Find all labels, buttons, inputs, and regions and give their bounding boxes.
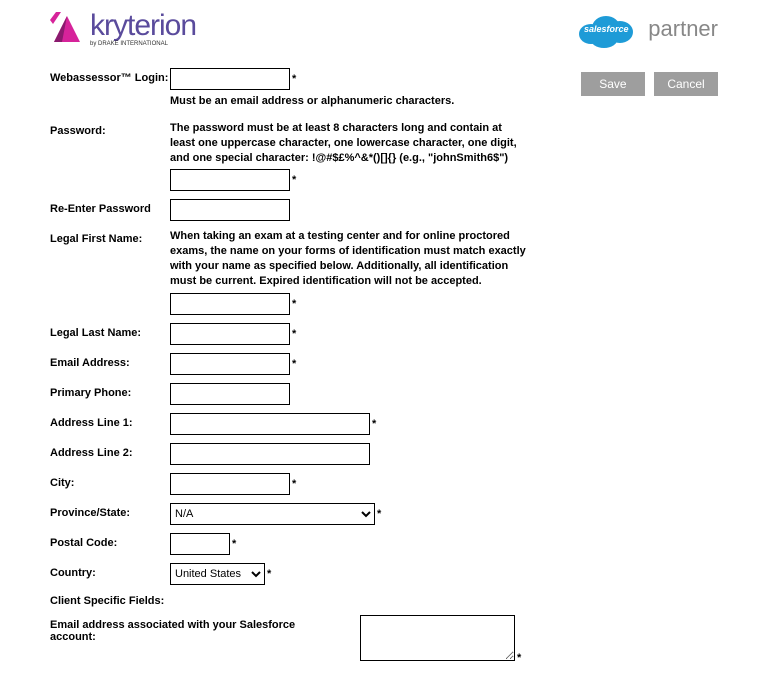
save-button[interactable]: Save	[581, 72, 645, 96]
first-name-input[interactable]	[170, 293, 290, 315]
password-hint: The password must be at least 8 characte…	[170, 121, 530, 166]
city-input[interactable]	[170, 473, 290, 495]
last-name-input[interactable]	[170, 323, 290, 345]
email-input[interactable]	[170, 353, 290, 375]
registration-form: Webassessor™ Login: * Must be an email a…	[50, 68, 548, 664]
postal-label: Postal Code:	[50, 533, 170, 549]
required-asterisk: *	[372, 418, 376, 430]
postal-input[interactable]	[170, 533, 230, 555]
sf-email-textarea[interactable]	[360, 615, 515, 661]
province-select[interactable]: N/A	[170, 503, 375, 525]
last-name-label: Legal Last Name:	[50, 323, 170, 339]
cancel-button[interactable]: Cancel	[654, 72, 718, 96]
salesforce-cloud-text: salesforce	[584, 24, 629, 34]
required-asterisk: *	[517, 652, 521, 664]
country-label: Country:	[50, 563, 170, 579]
province-label: Province/State:	[50, 503, 170, 519]
addr1-input[interactable]	[170, 413, 370, 435]
client-specific-section: Client Specific Fields:	[50, 595, 548, 607]
brand-word: kryterion	[90, 11, 196, 41]
country-select[interactable]: United States	[170, 563, 265, 585]
action-buttons: Save Cancel	[568, 68, 718, 664]
phone-label: Primary Phone:	[50, 383, 170, 399]
sf-email-label: Email address associated with your Sales…	[50, 615, 340, 643]
required-asterisk: *	[292, 478, 296, 490]
email-label: Email Address:	[50, 353, 170, 369]
login-hint: Must be an email address or alphanumeric…	[170, 94, 530, 109]
required-asterisk: *	[292, 298, 296, 310]
partner-badge: salesforce partner	[576, 10, 718, 48]
required-asterisk: *	[292, 73, 296, 85]
required-asterisk: *	[292, 328, 296, 340]
city-label: City:	[50, 473, 170, 489]
password-input[interactable]	[170, 169, 290, 191]
required-asterisk: *	[292, 174, 296, 186]
password-label: Password:	[50, 121, 170, 137]
required-asterisk: *	[267, 568, 271, 580]
kryterion-logo: kryterion by DRAKE INTERNATIONAL	[50, 11, 196, 47]
addr2-label: Address Line 2:	[50, 443, 170, 459]
addr1-label: Address Line 1:	[50, 413, 170, 429]
login-label: Webassessor™ Login:	[50, 68, 170, 84]
salesforce-cloud-icon: salesforce	[576, 10, 636, 48]
reenter-label: Re-Enter Password	[50, 199, 170, 215]
addr2-input[interactable]	[170, 443, 370, 465]
login-input[interactable]	[170, 68, 290, 90]
required-asterisk: *	[377, 508, 381, 520]
phone-input[interactable]	[170, 383, 290, 405]
first-name-hint: When taking an exam at a testing center …	[170, 229, 530, 288]
first-name-label: Legal First Name:	[50, 229, 170, 245]
required-asterisk: *	[232, 538, 236, 550]
required-asterisk: *	[292, 358, 296, 370]
partner-text: partner	[648, 16, 718, 42]
kryterion-logo-mark	[50, 12, 84, 46]
page-header: kryterion by DRAKE INTERNATIONAL salesfo…	[0, 0, 768, 68]
reenter-password-input[interactable]	[170, 199, 290, 221]
